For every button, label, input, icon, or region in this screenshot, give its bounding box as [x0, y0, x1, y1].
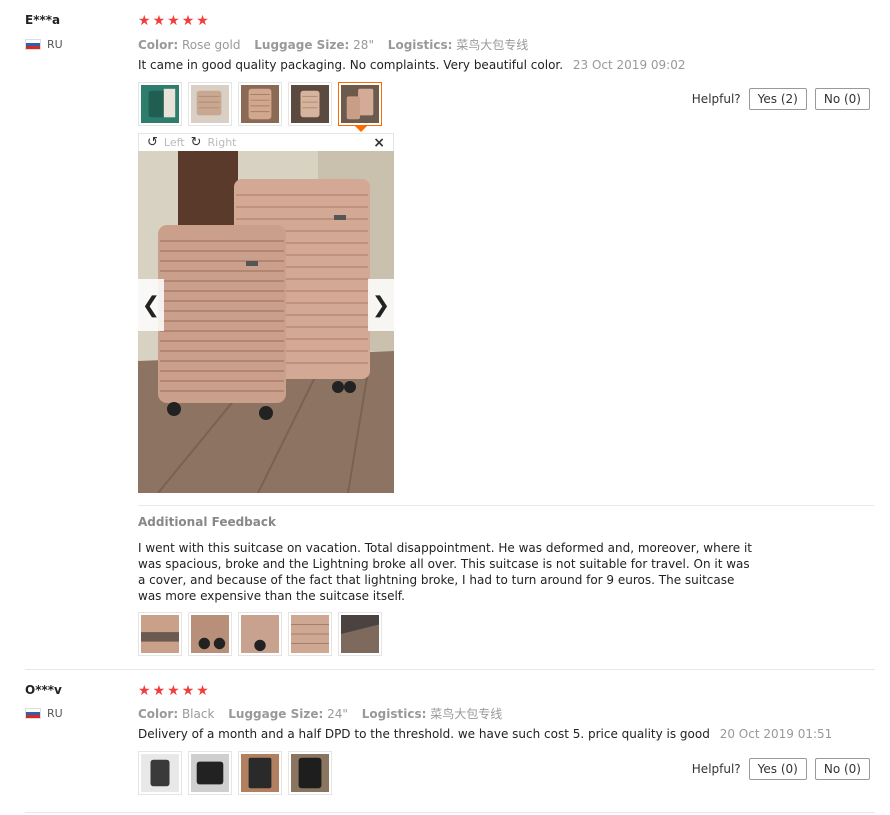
- star-icon: ★: [181, 683, 195, 699]
- star-icon: ★: [196, 683, 209, 699]
- additional-photo-thumb[interactable]: [188, 612, 232, 656]
- suitcase-photo: [291, 754, 329, 792]
- order-attributes: Color: Rose gold Luggage Size: 28" Logis…: [138, 36, 538, 53]
- suitcase-photo: [191, 615, 229, 653]
- attr-color-key: Color:: [138, 707, 179, 721]
- reviewer-country: RU: [25, 707, 63, 720]
- attr-logistics-key: Logistics:: [387, 38, 453, 52]
- helpful-vote: Helpful? Yes (0) No (0): [692, 758, 870, 780]
- review-photo-thumbnails: [138, 751, 332, 795]
- star-icon: ★: [196, 13, 209, 29]
- star-icon: ★: [152, 13, 166, 29]
- helpful-label: Helpful?: [691, 92, 741, 106]
- suitcase-photo: [141, 754, 179, 792]
- suitcase-photo: [341, 85, 379, 123]
- attr-size-value: 24": [327, 707, 348, 721]
- suitcase-photo: [241, 754, 279, 792]
- review-photo-thumb[interactable]: [238, 82, 282, 126]
- previous-photo-button[interactable]: ❮: [138, 279, 164, 331]
- review-photo-thumb[interactable]: [288, 751, 332, 795]
- attr-logistics-value: 菜鸟大包专线: [430, 707, 503, 721]
- star-icon: ★: [167, 683, 180, 699]
- helpful-yes-button[interactable]: Yes (2): [748, 88, 807, 110]
- review-divider: [25, 812, 875, 813]
- star-icon: ★: [152, 683, 166, 699]
- attr-size-key: Luggage Size:: [228, 707, 324, 721]
- attr-color-key: Color:: [138, 38, 179, 52]
- star-icon: ★: [181, 13, 195, 29]
- attr-color-value: Black: [181, 707, 215, 721]
- star-rating: ★ ★ ★ ★ ★: [138, 684, 209, 698]
- next-photo-button[interactable]: ❯: [368, 279, 394, 331]
- helpful-vote: Helpful? Yes (2) No (0): [692, 88, 870, 110]
- helpful-no-button[interactable]: No (0): [814, 88, 870, 110]
- review-photo-thumb[interactable]: [188, 751, 232, 795]
- order-attributes: Color: Black Luggage Size: 24" Logistics…: [138, 705, 512, 722]
- suitcase-photo: [241, 615, 279, 653]
- review-body: Delivery of a month and a half DPD to th…: [138, 727, 832, 741]
- review-text: It came in good quality packaging. No co…: [138, 58, 564, 72]
- review-photo-thumb[interactable]: [238, 751, 282, 795]
- review-photo-thumb[interactable]: [138, 751, 182, 795]
- chevron-left-icon: ❮: [141, 292, 161, 318]
- rotate-left-icon[interactable]: ↺: [147, 135, 158, 150]
- photo-viewer-toolbar: ↺ Left ↻ Right ×: [138, 133, 394, 151]
- additional-photo-thumb[interactable]: [238, 612, 282, 656]
- rotate-right-label[interactable]: Right: [208, 136, 237, 149]
- review-photo-thumb[interactable]: [138, 82, 182, 126]
- additional-photo-thumb[interactable]: [288, 612, 332, 656]
- attr-logistics-value: 菜鸟大包专线: [456, 38, 529, 52]
- close-icon[interactable]: ×: [373, 135, 385, 151]
- review-photo-thumb-selected[interactable]: [338, 82, 382, 132]
- additional-photo-thumb[interactable]: [138, 612, 182, 656]
- attr-logistics-key: Logistics:: [361, 707, 427, 721]
- review-date: 20 Oct 2019 01:51: [719, 727, 833, 741]
- review-body: It came in good quality packaging. No co…: [138, 58, 685, 72]
- review-text: Delivery of a month and a half DPD to th…: [138, 727, 710, 741]
- suitcase-large-photo: [138, 151, 394, 493]
- suitcase-photo: [141, 85, 179, 123]
- suitcase-photo: [191, 85, 229, 123]
- helpful-yes-button[interactable]: Yes (0): [748, 758, 807, 780]
- russia-flag-icon: [25, 708, 41, 719]
- photo-viewer: ↺ Left ↻ Right × ❮ ❯: [138, 133, 394, 493]
- suitcase-photo: [191, 754, 229, 792]
- star-icon: ★: [138, 13, 151, 29]
- review-photo-thumb[interactable]: [288, 82, 332, 126]
- rotate-right-icon[interactable]: ↻: [191, 135, 202, 150]
- suitcase-photo: [291, 85, 329, 123]
- star-rating: ★ ★ ★ ★ ★: [138, 14, 209, 28]
- section-divider: [138, 505, 874, 506]
- additional-photo-thumb[interactable]: [338, 612, 382, 656]
- rotate-left-label[interactable]: Left: [164, 136, 185, 149]
- reviewer-name: O***v: [25, 683, 62, 697]
- country-code: RU: [47, 38, 63, 51]
- attr-color-value: Rose gold: [181, 38, 241, 52]
- reviewer-name: E***a: [25, 13, 61, 27]
- additional-feedback-title: Additional Feedback: [138, 515, 276, 529]
- suitcase-photo: [341, 615, 379, 653]
- suitcase-photo: [141, 615, 179, 653]
- additional-feedback-text: I went with this suitcase on vacation. T…: [138, 541, 753, 603]
- suitcase-photo: [291, 615, 329, 653]
- review-item: O***v RU ★ ★ ★ ★ ★ Color: Black Luggage …: [0, 670, 890, 815]
- suitcase-photo: [241, 85, 279, 123]
- star-icon: ★: [167, 13, 180, 29]
- attr-size-key: Luggage Size:: [254, 38, 350, 52]
- star-icon: ★: [138, 683, 151, 699]
- helpful-label: Helpful?: [691, 762, 741, 776]
- helpful-no-button[interactable]: No (0): [814, 758, 870, 780]
- country-code: RU: [47, 707, 63, 720]
- chevron-right-icon: ❯: [371, 292, 391, 318]
- review-photo-thumbnails: [138, 82, 382, 132]
- review-date: 23 Oct 2019 09:02: [572, 58, 686, 72]
- review-item: E***a RU ★ ★ ★ ★ ★ Color: Rose gold Lugg…: [0, 0, 890, 670]
- attr-size-value: 28": [353, 38, 374, 52]
- russia-flag-icon: [25, 39, 41, 50]
- additional-photo-thumbnails: [138, 612, 382, 656]
- reviewer-country: RU: [25, 38, 63, 51]
- review-photo-thumb[interactable]: [188, 82, 232, 126]
